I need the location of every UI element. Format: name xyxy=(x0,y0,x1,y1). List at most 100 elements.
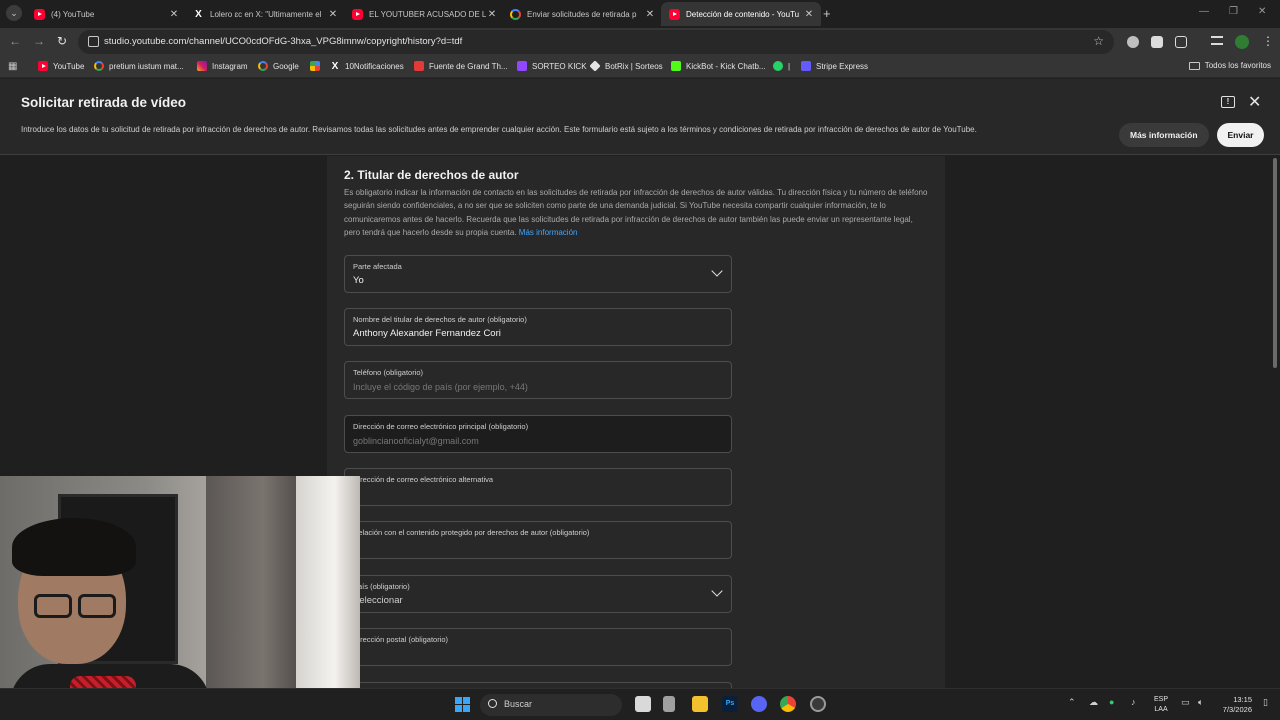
tab-close-icon[interactable]: ✕ xyxy=(327,9,339,20)
field-value: goblincianooficialyt@gmail.com xyxy=(353,436,479,446)
all-bookmarks-button[interactable]: Todos los favoritos xyxy=(1188,61,1271,70)
bookmark-label: 10Notificaciones xyxy=(345,61,404,71)
address-bar[interactable]: studio.youtube.com/channel/UCO0cdOFdG-3h… xyxy=(78,30,1114,54)
restore-icon[interactable]: ❐ xyxy=(1229,6,1238,17)
bookmark-label: SORTEO KICK xyxy=(532,61,587,71)
bookmark-item[interactable] xyxy=(310,61,325,71)
language-indicator[interactable]: ESP LAA xyxy=(1154,695,1168,715)
new-tab-button[interactable]: + xyxy=(823,6,831,21)
more-info-button[interactable]: Más información xyxy=(1119,123,1209,147)
menu-kebab-icon[interactable]: ⋮ xyxy=(1262,34,1274,48)
page-scrollbar[interactable] xyxy=(1273,158,1277,368)
app-icon[interactable] xyxy=(663,696,675,712)
windows-start-icon[interactable] xyxy=(455,697,470,712)
x-icon: X xyxy=(331,61,339,72)
extension-icon[interactable] xyxy=(1151,36,1163,48)
bookmark-item[interactable]: pretium iustum mat... xyxy=(94,61,184,71)
instagram-icon xyxy=(197,61,207,71)
dialog-title: Solicitar retirada de vídeo xyxy=(21,95,187,110)
forward-icon[interactable]: → xyxy=(33,34,45,48)
browser-tab[interactable]: (4) YouTube ✕ xyxy=(26,2,186,26)
bookmark-item[interactable]: Fuente de Grand Th... xyxy=(414,61,508,71)
browser-tab[interactable]: Enviar solicitudes de retirada p ✕ xyxy=(502,2,662,26)
field-label: Dirección de correo electrónico alternat… xyxy=(353,475,494,484)
browser-tab[interactable]: X Lolero ɛc en X: "Ultimamente el ✕ xyxy=(185,2,345,26)
bookmark-item[interactable]: Stripe Express xyxy=(801,61,868,71)
rockstar-icon xyxy=(414,61,424,71)
bookmark-item[interactable]: KickBot - Kick Chatb... xyxy=(671,61,766,71)
bookmark-item[interactable]: SORTEO KICK xyxy=(517,61,587,71)
browser-tab-active[interactable]: Detección de contenido - YouTu ✕ xyxy=(661,2,821,26)
taskbar-clock[interactable]: 13:15 7/3/2026 xyxy=(1216,695,1252,715)
window-close-icon[interactable]: ✕ xyxy=(1258,6,1266,17)
tab-search-chevron-icon[interactable]: ⌄ xyxy=(6,5,22,21)
reload-icon[interactable]: ↻ xyxy=(57,34,67,48)
tab-close-icon[interactable]: ✕ xyxy=(486,9,498,20)
task-view-icon[interactable] xyxy=(635,696,651,712)
all-bookmarks-label: Todos los favoritos xyxy=(1204,61,1271,70)
affected-party-select[interactable]: Parte afectada Yo xyxy=(344,255,732,293)
postal-address-field[interactable]: Dirección postal (obligatorio) xyxy=(344,628,732,666)
country-select[interactable]: País (obligatorio) Seleccionar xyxy=(344,575,732,613)
primary-email-field[interactable]: Dirección de correo electrónico principa… xyxy=(344,415,732,453)
bookmark-item[interactable]: Instagram xyxy=(197,61,248,71)
more-info-link[interactable]: Más información xyxy=(519,228,578,237)
obs-icon[interactable] xyxy=(810,696,826,712)
tray-app-icon[interactable]: ● xyxy=(1109,697,1114,707)
tray-cloud-icon[interactable]: ☁ xyxy=(1089,697,1098,708)
network-icon[interactable]: ▭ xyxy=(1181,697,1190,708)
section-description: Es obligatorio indicar la información de… xyxy=(344,186,929,240)
stripe-icon xyxy=(801,61,811,71)
bookmark-label: pretium iustum mat... xyxy=(109,61,184,71)
notifications-icon[interactable]: ▯ xyxy=(1263,697,1268,708)
tab-strip: ⌄ (4) YouTube ✕ X Lolero ɛc en X: "Ultim… xyxy=(0,0,1280,28)
search-label: Buscar xyxy=(504,699,533,709)
section-title: 2. Titular de derechos de autor xyxy=(344,168,519,182)
discord-icon[interactable] xyxy=(751,696,767,712)
reading-list-icon[interactable] xyxy=(1211,36,1223,45)
phone-field[interactable]: Teléfono (obligatorio) Incluye el código… xyxy=(344,361,732,399)
bookmark-star-icon[interactable]: ☆ xyxy=(1093,34,1104,48)
tab-close-icon[interactable]: ✕ xyxy=(803,9,815,20)
bookmark-label: KickBot - Kick Chatb... xyxy=(686,61,766,71)
taskbar-search[interactable]: Buscar xyxy=(480,694,622,716)
feedback-icon[interactable]: ! xyxy=(1221,96,1235,108)
extensions-puzzle-icon[interactable] xyxy=(1175,36,1187,48)
alternate-email-field[interactable]: Dirección de correo electrónico alternat… xyxy=(344,468,732,506)
address-url[interactable]: studio.youtube.com/channel/UCO0cdOFdG-3h… xyxy=(104,36,462,47)
chrome-icon[interactable] xyxy=(780,696,796,712)
photoshop-icon[interactable]: Ps xyxy=(722,696,738,712)
file-explorer-icon[interactable] xyxy=(692,696,708,712)
send-button[interactable]: Enviar xyxy=(1217,123,1264,147)
field-label: Teléfono (obligatorio) xyxy=(353,368,424,377)
minimize-icon[interactable]: — xyxy=(1199,6,1209,17)
bookmark-item[interactable]: YouTube xyxy=(38,61,84,71)
tab-label: Enviar solicitudes de retirada p xyxy=(527,9,637,19)
profile-avatar[interactable] xyxy=(1235,35,1249,49)
field-label: País (obligatorio) xyxy=(353,582,410,591)
tray-expand-icon[interactable]: ⌃ xyxy=(1068,697,1076,708)
back-icon[interactable]: ← xyxy=(9,34,21,48)
volume-icon[interactable]: 🔈︎ xyxy=(1198,697,1203,708)
webcam-glasses xyxy=(34,594,72,618)
tab-close-icon[interactable]: ✕ xyxy=(168,9,180,20)
close-icon[interactable]: ✕ xyxy=(1248,92,1261,112)
field-label: Dirección de correo electrónico principa… xyxy=(353,422,529,431)
bookmark-item[interactable]: Google xyxy=(258,61,299,71)
form-panel: 2. Titular de derechos de autor Es oblig… xyxy=(327,156,945,688)
bookmark-item[interactable]: | xyxy=(773,61,790,71)
microphone-icon[interactable]: ♪ xyxy=(1131,697,1136,707)
relation-field[interactable]: Relación con el contenido protegido por … xyxy=(344,521,732,559)
youtube-icon xyxy=(352,8,363,20)
apps-grid-icon[interactable]: ▦ xyxy=(8,61,17,72)
bookmark-item[interactable]: X 10Notificaciones xyxy=(330,61,404,72)
field-value: Seleccionar xyxy=(353,595,403,606)
bookmark-item[interactable]: BotRix | Sorteos xyxy=(589,60,663,72)
holder-name-field[interactable]: Nombre del titular de derechos de autor … xyxy=(344,308,732,346)
site-info-icon[interactable] xyxy=(88,36,99,47)
browser-tab[interactable]: EL YOUTUBER ACUSADO DE LO ✕ xyxy=(344,2,504,26)
taskbar: Buscar Ps ⌃ ☁ ● ♪ ESP LAA ▭ 🔈︎ 13:15 7/3… xyxy=(0,688,1280,720)
browser-toolbar: ← → ↻ studio.youtube.com/channel/UCO0cdO… xyxy=(0,28,1280,56)
tab-close-icon[interactable]: ✕ xyxy=(644,9,656,20)
extension-icon[interactable] xyxy=(1127,36,1139,48)
